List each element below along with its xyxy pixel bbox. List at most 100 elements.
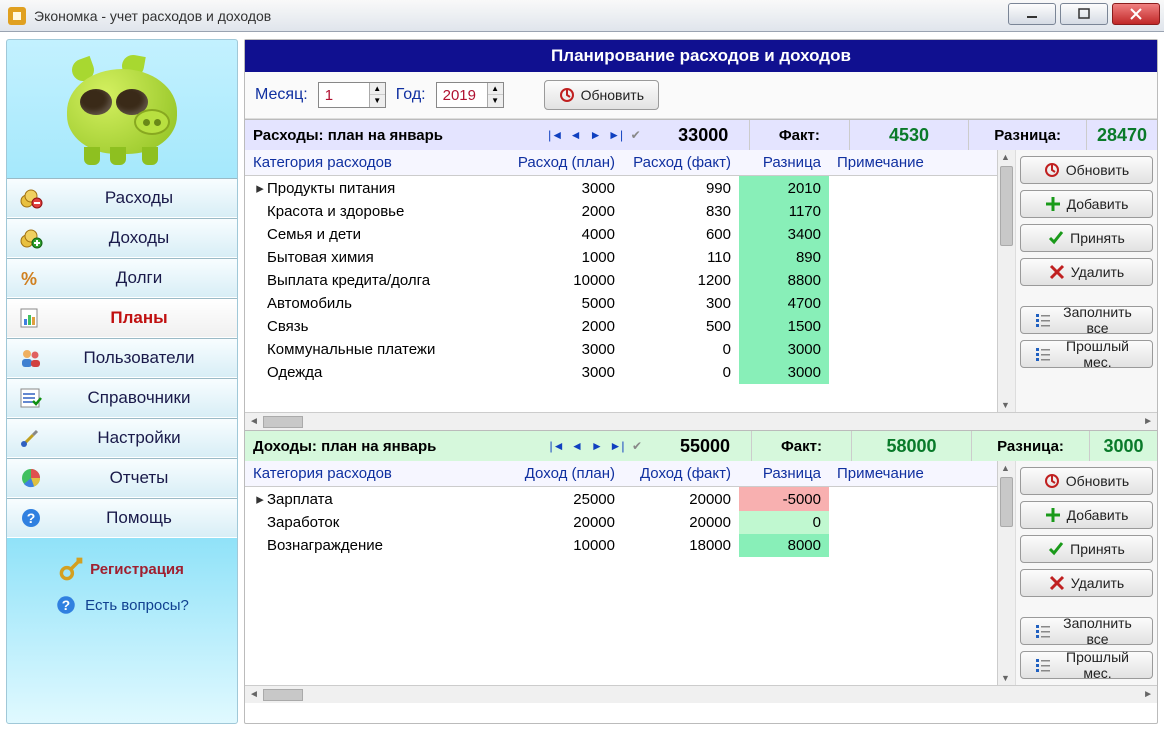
- table-row[interactable]: Выплата кредита/долга1000012008800: [245, 269, 997, 292]
- month-spinner[interactable]: ▲▼: [318, 82, 386, 108]
- close-button[interactable]: [1112, 3, 1160, 25]
- controls-row: Месяц: ▲▼ Год: ▲▼ Обновить: [245, 72, 1157, 119]
- table-row[interactable]: Бытовая химия1000110890: [245, 246, 997, 269]
- col-plan[interactable]: Расход (план): [501, 150, 623, 176]
- sidebar-item-label: Планы: [51, 308, 227, 328]
- add-button[interactable]: Добавить: [1020, 190, 1153, 218]
- sidebar-item-label: Справочники: [51, 388, 227, 408]
- year-up[interactable]: ▲: [488, 83, 503, 95]
- nav-prev-icon[interactable]: ◄: [569, 439, 585, 453]
- minimize-button[interactable]: [1008, 3, 1056, 25]
- register-label: Регистрация: [90, 561, 184, 578]
- people-icon: [17, 346, 45, 370]
- year-spinner[interactable]: ▲▼: [436, 82, 504, 108]
- expenses-diff-label: Разница:: [968, 120, 1086, 150]
- refresh-button[interactable]: Обновить: [1020, 156, 1153, 184]
- expenses-title: Расходы: план на январь: [245, 127, 534, 144]
- sidebar-item-label: Расходы: [51, 188, 227, 208]
- sidebar-item-6[interactable]: Настройки: [7, 418, 237, 458]
- delete-button-icon: [1049, 575, 1065, 591]
- table-row[interactable]: Коммунальные платежи300003000: [245, 338, 997, 361]
- nav-first-icon[interactable]: |◄: [549, 439, 565, 453]
- col-plan[interactable]: Доход (план): [501, 461, 623, 487]
- col-diff[interactable]: Разница: [739, 461, 829, 487]
- sheet-chart-icon: [17, 306, 45, 330]
- expenses-hscroll[interactable]: ◄►: [245, 412, 1157, 430]
- col-fact[interactable]: Расход (факт): [623, 150, 739, 176]
- col-fact[interactable]: Доход (факт): [623, 461, 739, 487]
- sidebar-item-5[interactable]: Справочники: [7, 378, 237, 418]
- sidebar-item-3[interactable]: Планы: [7, 298, 237, 338]
- fill-all-button-icon: [1035, 623, 1051, 639]
- titlebar: Экономка - учет расходов и доходов: [0, 0, 1164, 32]
- table-row[interactable]: Красота и здоровье20008301170: [245, 200, 997, 223]
- sidebar-item-7[interactable]: Отчеты: [7, 458, 237, 498]
- add-button[interactable]: Добавить: [1020, 501, 1153, 529]
- sidebar-item-1[interactable]: Доходы: [7, 218, 237, 258]
- table-row[interactable]: Вознаграждение10000180008000: [245, 534, 997, 557]
- maximize-button[interactable]: [1060, 3, 1108, 25]
- sidebar-item-0[interactable]: Расходы: [7, 178, 237, 218]
- incomes-diff-label: Разница:: [971, 431, 1089, 461]
- add-button-icon: [1045, 196, 1061, 212]
- year-input[interactable]: [437, 87, 487, 104]
- refresh-button[interactable]: Обновить: [544, 80, 659, 110]
- nav-prev-icon[interactable]: ◄: [568, 128, 584, 142]
- accept-button[interactable]: Принять: [1020, 224, 1153, 252]
- delete-button[interactable]: Удалить: [1020, 569, 1153, 597]
- nav-last-icon[interactable]: ►|: [609, 439, 625, 453]
- questions-link[interactable]: Есть вопросы?: [55, 594, 189, 616]
- refresh-icon: [559, 87, 575, 103]
- table-row[interactable]: ▸Зарплата2500020000-5000: [245, 487, 997, 512]
- col-category[interactable]: Категория расходов: [245, 461, 501, 487]
- year-down[interactable]: ▼: [488, 95, 503, 107]
- nav-next-icon[interactable]: ►: [588, 128, 604, 142]
- fill-all-button-icon: [1035, 312, 1051, 328]
- fill-all-button[interactable]: Заполнить все: [1020, 306, 1153, 334]
- sidebar-item-2[interactable]: % Долги: [7, 258, 237, 298]
- incomes-hscroll[interactable]: ◄►: [245, 685, 1157, 703]
- app-icon: [8, 7, 26, 25]
- delete-button[interactable]: Удалить: [1020, 258, 1153, 286]
- month-input[interactable]: [319, 87, 369, 104]
- month-up[interactable]: ▲: [370, 83, 385, 95]
- incomes-vscroll[interactable]: [997, 461, 1015, 685]
- table-row[interactable]: Семья и дети40006003400: [245, 223, 997, 246]
- nav-next-icon[interactable]: ►: [589, 439, 605, 453]
- sidebar-item-4[interactable]: Пользователи: [7, 338, 237, 378]
- accept-button[interactable]: Принять: [1020, 535, 1153, 563]
- table-row[interactable]: Связь20005001500: [245, 315, 997, 338]
- nav-last-icon[interactable]: ►|: [608, 128, 624, 142]
- expenses-vscroll[interactable]: [997, 150, 1015, 412]
- nav-first-icon[interactable]: |◄: [548, 128, 564, 142]
- svg-text:%: %: [21, 269, 37, 289]
- col-category[interactable]: Категория расходов: [245, 150, 501, 176]
- refresh-button[interactable]: Обновить: [1020, 467, 1153, 495]
- table-row[interactable]: Автомобиль50003004700: [245, 292, 997, 315]
- table-row[interactable]: ▸Продукты питания30009902010: [245, 176, 997, 201]
- month-down[interactable]: ▼: [370, 95, 385, 107]
- table-row[interactable]: Заработок20000200000: [245, 511, 997, 534]
- sidebar-item-label: Отчеты: [51, 468, 227, 488]
- col-diff[interactable]: Разница: [739, 150, 829, 176]
- sidebar-item-label: Доходы: [51, 228, 227, 248]
- sidebar-item-label: Долги: [51, 268, 227, 288]
- sidebar-item-8[interactable]: ?Помощь: [7, 498, 237, 538]
- logo-piggy: [7, 40, 237, 178]
- expenses-plan-total: 33000: [657, 125, 749, 146]
- fill-all-button[interactable]: Заполнить все: [1020, 617, 1153, 645]
- register-link[interactable]: Регистрация: [60, 558, 184, 580]
- incomes-table: Категория расходов Доход (план) Доход (ф…: [245, 461, 997, 557]
- help-icon: [55, 594, 77, 616]
- svg-text:?: ?: [27, 510, 36, 526]
- prev-month-button[interactable]: Прошлый мес.: [1020, 340, 1153, 368]
- col-note[interactable]: Примечание: [829, 150, 997, 176]
- prev-month-button[interactable]: Прошлый мес.: [1020, 651, 1153, 679]
- list-check-icon: [17, 386, 45, 410]
- sidebar-item-label: Пользователи: [51, 348, 227, 368]
- nav-check-icon[interactable]: ✔: [629, 439, 645, 453]
- incomes-fact-total: 58000: [851, 431, 971, 461]
- table-row[interactable]: Одежда300003000: [245, 361, 997, 384]
- nav-check-icon[interactable]: ✔: [628, 128, 644, 142]
- col-note[interactable]: Примечание: [829, 461, 997, 487]
